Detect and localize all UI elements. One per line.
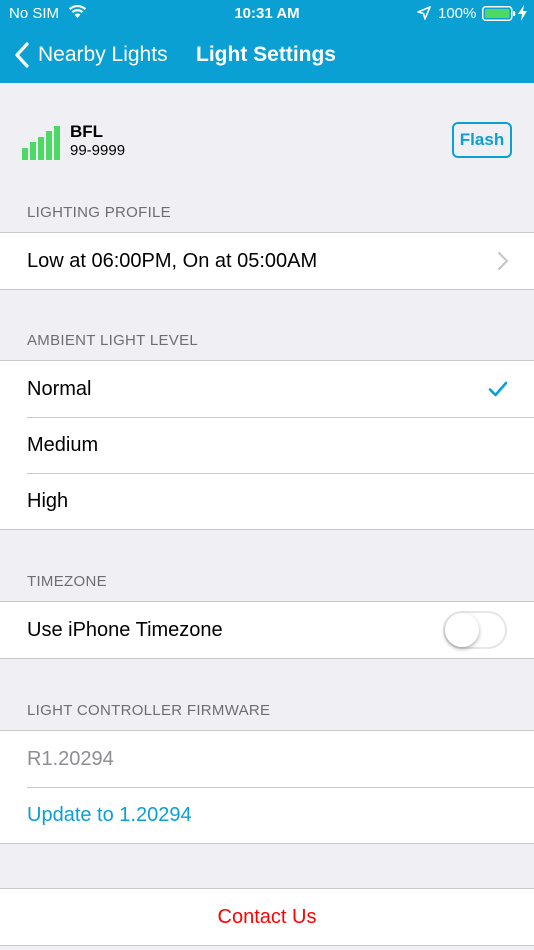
back-button-label: Nearby Lights [38,43,168,66]
contact-us-label: Contact Us [217,906,317,928]
toggle-knob [445,613,479,647]
signal-strength-icon [22,126,60,160]
timezone-group: Use iPhone Timezone [0,601,534,659]
flash-button[interactable]: Flash [452,122,512,158]
ambient-option-label: High [27,490,69,512]
status-bar: No SIM 10:31 AM 100% [0,0,534,28]
ambient-option-label: Normal [27,378,92,400]
device-name: BFL [70,122,104,141]
charging-bolt-icon [518,5,527,21]
location-arrow-icon [417,6,431,20]
timezone-toggle[interactable] [443,611,507,649]
ambient-light-header: AMBIENT LIGHT LEVEL [27,332,199,349]
back-button[interactable]: Nearby Lights [14,40,168,70]
ambient-option-medium[interactable]: Medium [0,417,534,473]
ambient-option-normal[interactable]: Normal [0,361,534,417]
contact-group: Contact Us [0,888,534,946]
timezone-header: TIMEZONE [27,573,107,590]
battery-percent: 100% [438,5,477,22]
device-id: 99-9999 [70,142,126,159]
ambient-option-high[interactable]: High [0,473,534,529]
firmware-version: R1.20294 [27,748,114,770]
lighting-profile-group: Low at 06:00PM, On at 05:00AM [0,232,534,290]
battery-icon [482,6,516,21]
chevron-left-icon [15,42,29,68]
timezone-label: Use iPhone Timezone [27,619,223,641]
page-title: Light Settings [196,43,336,66]
lighting-profile-value: Low at 06:00PM, On at 05:00AM [27,250,318,272]
firmware-header: LIGHT CONTROLLER FIRMWARE [27,702,271,719]
firmware-current-row: R1.20294 [0,731,534,787]
ambient-light-group: Normal Medium High [0,360,534,530]
lighting-profile-row[interactable]: Low at 06:00PM, On at 05:00AM [0,233,534,289]
navigation-bar: No SIM 10:31 AM 100% Nearby Lights Light… [0,0,534,83]
chevron-right-icon [497,251,509,271]
firmware-update-link[interactable]: Update to 1.20294 [27,804,192,827]
firmware-update-row[interactable]: Update to 1.20294 [0,787,534,843]
contact-us-button[interactable]: Contact Us [0,889,534,945]
checkmark-icon [488,381,508,397]
firmware-group: R1.20294 Update to 1.20294 [0,730,534,844]
ambient-option-label: Medium [27,434,99,456]
timezone-row: Use iPhone Timezone [0,602,534,658]
lighting-profile-header: LIGHTING PROFILE [27,204,171,221]
